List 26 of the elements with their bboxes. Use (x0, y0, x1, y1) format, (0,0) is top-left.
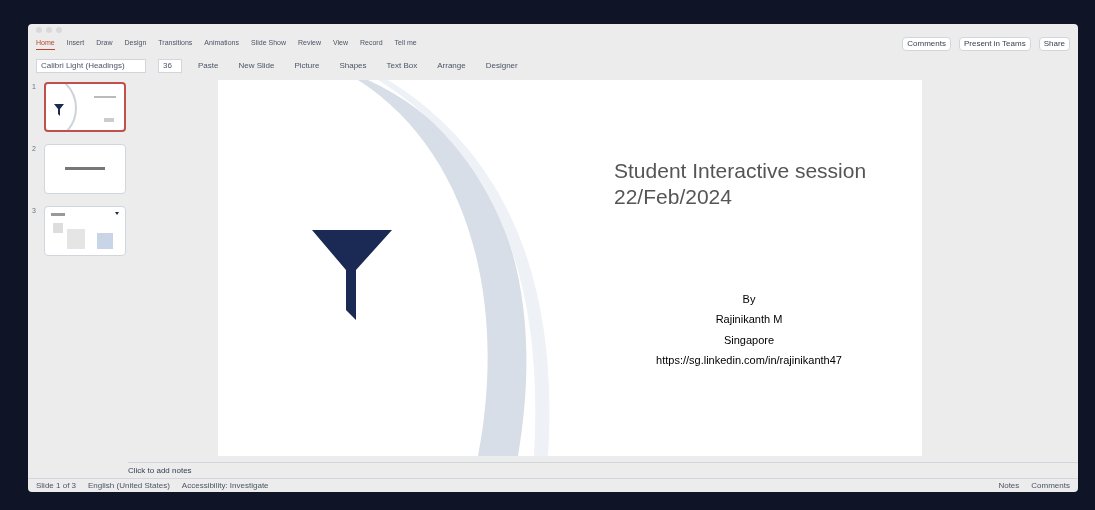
credit-line: https://sg.linkedin.com/in/rajinikanth47 (656, 353, 842, 368)
slide-date: 22/Feb/2024 (614, 184, 733, 211)
status-text: Accessibility: Investigate (181, 479, 269, 492)
slide-title: Student Interactive session (614, 158, 868, 184)
header-button[interactable]: Share (1038, 37, 1070, 51)
ribbon-button[interactable]: Designer (481, 60, 522, 72)
ribbon-button[interactable]: Picture (290, 60, 324, 72)
ribbon-button[interactable]: Shapes (335, 60, 371, 72)
status-text: Slide 1 of 3 (36, 479, 77, 492)
font-size-field[interactable]: 36 (158, 59, 182, 73)
status-button[interactable]: Notes (998, 479, 1020, 492)
funnel-icon (312, 230, 392, 320)
status-text: English (United States) (88, 479, 170, 492)
header-button[interactable]: Present in Teams (958, 37, 1031, 51)
slide-thumbnail[interactable] (44, 82, 126, 132)
notes-pane[interactable]: Click to add notes (128, 462, 1078, 478)
ribbon-button[interactable]: Text Box (382, 60, 422, 72)
credit-line: Rajinikanth M (715, 312, 783, 327)
credit-line: By (742, 291, 756, 307)
ribbon-button[interactable]: Arrange (433, 60, 470, 72)
credit-line: Singapore (723, 332, 775, 348)
header-button[interactable]: Comments (902, 37, 951, 51)
status-button[interactable]: Comments (1031, 479, 1070, 492)
font-field[interactable]: Calibri Light (Headings) (36, 59, 146, 73)
ribbon-button[interactable]: Paste (194, 60, 223, 72)
ribbon-button[interactable]: New Slide (234, 60, 279, 72)
